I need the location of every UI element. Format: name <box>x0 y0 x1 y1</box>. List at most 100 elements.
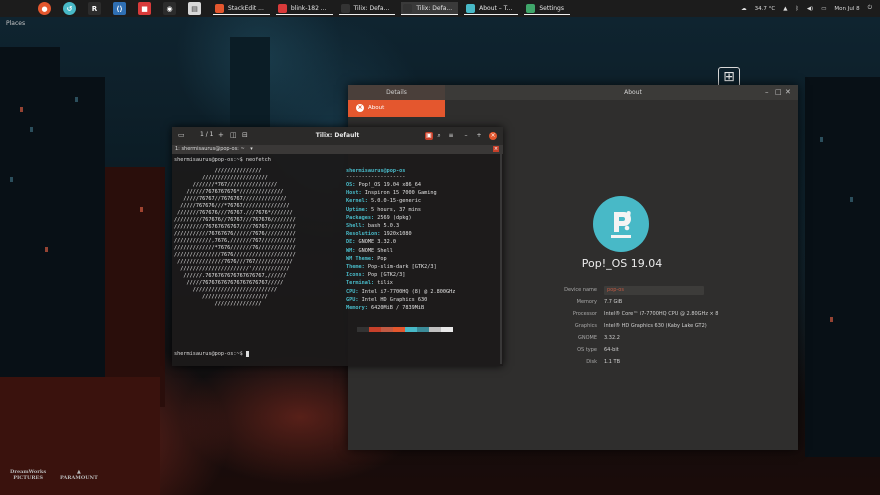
task-label: Settings <box>539 4 564 12</box>
info-separator: ------------------- <box>346 174 406 180</box>
color-swatch <box>429 327 441 332</box>
info-value: Intel i7-7700HQ (8) @ 2.800GHz <box>361 288 456 295</box>
minimize-icon[interactable]: – <box>462 132 470 140</box>
info-line: Host: Inspiron 15 7000 Gaming <box>346 190 437 197</box>
task-list: StackEdit ... blink-182 ... Tilix: Defa...… <box>207 2 570 15</box>
ascii-line: /////767676///*76767/////////////// <box>174 203 290 209</box>
spec-row: Disk 1.1 TB <box>526 356 776 368</box>
ascii-line: //////////////////////'//////////// <box>174 266 290 272</box>
info-line: Icons: Pop [GTK2/3] <box>346 272 406 279</box>
stackedit-icon[interactable]: R <box>88 2 101 15</box>
info-key: Theme <box>346 264 362 270</box>
clock[interactable]: Mon Jul 8 <box>834 6 859 12</box>
dreamworks-logo: DreamWorks PICTURES <box>10 469 47 481</box>
sidebar-item-label: About <box>368 105 385 111</box>
spec-row: Memory 7.7 GiB <box>526 296 776 308</box>
firefox-icon[interactable]: ● <box>38 2 51 15</box>
notification-icon[interactable]: ▣ <box>425 132 433 140</box>
color-swatch <box>357 327 369 332</box>
ascii-line: ////////////,7676,///////767/////////// <box>174 238 296 244</box>
color-swatch <box>405 327 417 332</box>
ascii-line: /////////767676//76767///767676//////// <box>174 217 296 223</box>
volume-icon[interactable]: ◀) <box>807 6 813 12</box>
places-label[interactable]: Places <box>6 20 25 27</box>
info-key: WM Theme <box>346 255 371 262</box>
info-key: Resolution <box>346 231 378 238</box>
color-swatch <box>441 327 453 332</box>
terminal-header: ▭ 1 / 1 + ◫ ⊟ Tilix: Default ▣ ⌕ ≡ – + × <box>172 127 503 145</box>
info-line: Resolution: 1920x1080 <box>346 231 412 238</box>
spec-key: Disk <box>586 359 597 365</box>
taskbar-item[interactable]: Tilix: Defa... <box>401 2 459 15</box>
docs-icon[interactable]: ▤ <box>188 2 201 15</box>
vscode-icon[interactable]: ⟨⟩ <box>113 2 126 15</box>
color-swatch <box>417 327 429 332</box>
info-value: GNOME Shell <box>358 247 393 254</box>
chevron-down-icon[interactable]: ▾ <box>250 146 253 152</box>
info-key: Shell <box>346 223 362 229</box>
ascii-line: /////////////// <box>174 301 262 307</box>
spec-row: Graphics Intel® HD Graphics 630 (Kaby Lak… <box>526 320 776 332</box>
ascii-line: ///////////////////// <box>174 175 268 181</box>
menu-icon[interactable]: ≡ <box>447 132 455 140</box>
power-icon[interactable]: ⏻ <box>868 5 872 12</box>
terminal-prompt: shermisaurus@pop-os:~$ neofetch <box>174 157 271 163</box>
scrollbar[interactable] <box>500 154 502 364</box>
github-icon[interactable]: ◉ <box>163 2 176 15</box>
weather-icon[interactable]: ☁ <box>741 6 747 12</box>
task-app-icon <box>466 3 476 13</box>
device-name-field[interactable]: pop-os <box>604 285 704 295</box>
terminal-subtab[interactable]: 1: shermisaurus@pop-os: ~ ▾ × <box>172 145 503 154</box>
info-value: 5 hours, 37 mins <box>371 206 421 213</box>
minimize-icon[interactable]: – <box>765 89 772 96</box>
info-line: CPU: Intel i7-7700HQ (8) @ 2.800GHz <box>346 288 456 295</box>
maximize-icon[interactable]: + <box>475 132 483 140</box>
close-icon[interactable]: ✕ <box>785 89 792 96</box>
spec-value: Intel® Core™ i7-7700HQ CPU @ 2.80GHz × 8 <box>604 311 719 317</box>
network-icon[interactable]: ▲ <box>783 6 787 12</box>
info-line: Packages: 2569 (dpkg) <box>346 214 412 221</box>
ascii-line: ///////////////7676///767//////////// <box>174 259 293 265</box>
bluetooth-icon[interactable]: ᛒ <box>796 6 799 12</box>
taskbar-item[interactable]: StackEdit ... <box>213 2 270 15</box>
sidebar-item-about[interactable]: × About <box>348 100 445 117</box>
spec-list: Device name pop-os Memory 7.7 GiB Processor I… <box>526 284 776 368</box>
info-value: Intel HD Graphics 630 <box>361 296 428 303</box>
taskbar-item[interactable]: blink-182 ... <box>275 2 333 15</box>
task-app-icon <box>215 3 224 13</box>
pop-os-logo <box>593 196 649 252</box>
files-icon[interactable]: ↺ <box>63 2 76 15</box>
info-value: tilix <box>377 280 393 287</box>
app-icon[interactable]: ■ <box>138 2 151 15</box>
taskbar-item[interactable]: Settings <box>524 2 570 15</box>
close-subtab-icon[interactable]: × <box>493 146 499 152</box>
taskbar-item[interactable]: Tilix: Defa... <box>338 2 396 15</box>
battery-icon[interactable]: ▭ <box>821 6 826 12</box>
task-label: About – T... <box>479 4 513 12</box>
info-key: Uptime <box>346 206 365 213</box>
search-icon[interactable]: ⌕ <box>435 132 443 140</box>
maximize-icon[interactable]: □ <box>775 89 782 96</box>
subtab-label: 1: shermisaurus@pop-os: ~ <box>175 146 245 152</box>
info-value: bash 5.0.3 <box>367 223 400 229</box>
ascii-line: //////////76767676767////76767///////// <box>174 224 296 230</box>
close-icon[interactable]: × <box>489 132 497 140</box>
info-key: Host <box>346 190 359 197</box>
taskbar-item[interactable]: About – T... <box>464 2 519 15</box>
terminal-body[interactable]: shermisaurus@pop-os:~$ neofetch ////////… <box>172 154 503 366</box>
spec-key: OS type <box>577 347 597 353</box>
ascii-line: /////76767//7676767////////////// <box>174 196 287 202</box>
info-value: 1920x1080 <box>383 231 412 238</box>
ascii-line: //////.7676767676767676767,////// <box>174 273 287 279</box>
spec-row: Device name pop-os <box>526 284 776 296</box>
wallpaper-building <box>0 47 60 377</box>
ascii-line: /////////////// <box>174 168 262 174</box>
spec-value: 7.7 GiB <box>604 299 623 305</box>
os-name: Pop!_OS 19.04 <box>581 257 663 270</box>
wallpaper-building <box>60 77 105 377</box>
spec-value: 3.32.2 <box>604 335 620 341</box>
task-app-icon <box>340 3 350 13</box>
task-label: StackEdit ... <box>228 4 264 12</box>
info-line: Memory: 6420MiB / 7839MiB <box>346 305 425 311</box>
ascii-line: //////7676767676*////////////// <box>174 189 284 195</box>
